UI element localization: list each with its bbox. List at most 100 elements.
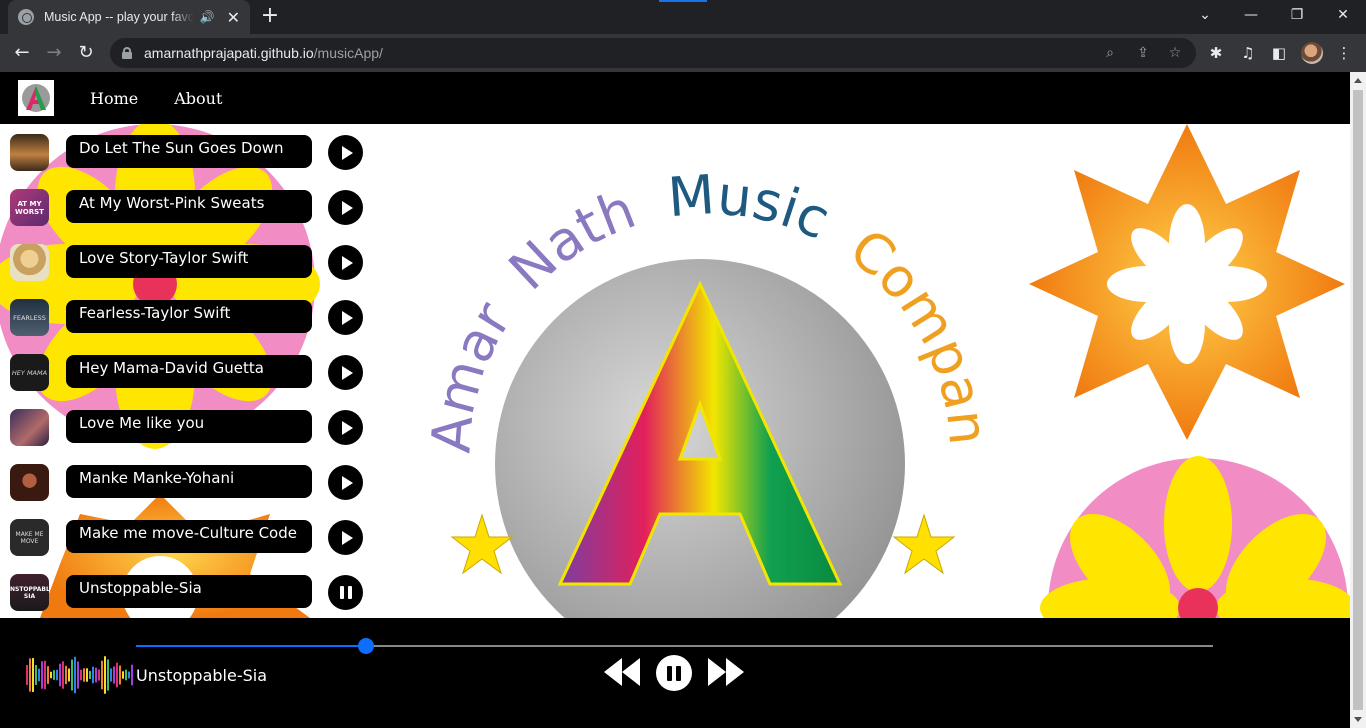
song-cover: HEY MAMA <box>10 354 49 391</box>
scroll-thumb[interactable] <box>1353 90 1363 710</box>
browser-toolbar: ← → ↻ amarnathprajapati.github.io/musicA… <box>0 34 1366 72</box>
new-tab-button[interactable]: + <box>258 5 282 29</box>
song-title[interactable]: Love Story-Taylor Swift <box>66 245 312 278</box>
song-item[interactable]: HEY MAMA Hey Mama-David Guetta <box>10 352 370 392</box>
equalizer-bar <box>119 665 121 685</box>
close-window-button[interactable]: ✕ <box>1320 0 1366 30</box>
nav-home-link[interactable]: Home <box>90 89 138 108</box>
song-title[interactable]: At My Worst-Pink Sweats <box>66 190 312 223</box>
play-button[interactable] <box>328 355 363 390</box>
forward-arrow-icon[interactable]: → <box>42 41 66 65</box>
reload-icon[interactable]: ↻ <box>74 41 98 65</box>
song-item[interactable]: MAKE ME MOVE Make me move-Culture Code <box>10 517 370 557</box>
song-title[interactable]: Love Me like you <box>66 410 312 443</box>
left-flower-art <box>0 124 320 449</box>
zoom-icon[interactable]: ⌕ <box>1100 43 1120 63</box>
close-tab-icon[interactable]: ✕ <box>227 8 240 27</box>
back-arrow-icon[interactable]: ← <box>10 41 34 65</box>
speaker-icon[interactable]: 🔊 <box>200 10 215 24</box>
profile-avatar[interactable] <box>1301 42 1323 64</box>
song-item[interactable]: UNSTOPPABLE SIA Unstoppable-Sia <box>10 572 370 612</box>
equalizer-bar <box>131 664 133 686</box>
brand-logo-icon <box>22 84 50 112</box>
media-control-icon[interactable]: ♫ <box>1237 42 1259 64</box>
equalizer-bar <box>92 666 94 684</box>
song-title[interactable]: Make me move-Culture Code <box>66 520 312 553</box>
song-item[interactable]: Do Let The Sun Goes Down <box>10 132 370 172</box>
side-panel-icon[interactable]: ◧ <box>1268 42 1290 64</box>
minimize-button[interactable]: — <box>1228 0 1274 30</box>
tab-title: Music App -- play your favourite music <box>43 10 194 24</box>
brand-logo[interactable] <box>18 80 54 116</box>
play-button[interactable] <box>328 135 363 170</box>
equalizer-bar <box>44 660 46 690</box>
equalizer-bar <box>77 661 79 689</box>
play-button[interactable] <box>328 245 363 280</box>
song-cover: UNSTOPPABLE SIA <box>10 574 49 611</box>
song-cover <box>10 134 49 171</box>
right-star-icon <box>892 513 956 575</box>
play-button[interactable] <box>328 300 363 335</box>
pause-icon <box>339 586 352 599</box>
bookmark-star-icon[interactable]: ☆ <box>1165 43 1185 63</box>
next-track-icon[interactable] <box>708 658 744 686</box>
nav-about-link[interactable]: About <box>174 89 222 108</box>
url-text: amarnathprajapati.github.io/musicApp/ <box>144 45 383 61</box>
lock-icon[interactable] <box>122 47 132 59</box>
restore-button[interactable]: ❐ <box>1274 0 1320 30</box>
logo-word-3: Music <box>666 163 839 252</box>
song-title[interactable]: Unstoppable-Sia <box>66 575 312 608</box>
equalizer-bar <box>83 668 85 682</box>
equalizer-bar <box>38 668 40 682</box>
scroll-down-arrow-icon[interactable] <box>1354 717 1362 722</box>
tab-search-icon[interactable]: ⌄ <box>1182 0 1228 30</box>
song-item[interactable]: Love Story-Taylor Swift <box>10 242 370 282</box>
equalizer-bar <box>53 670 55 680</box>
song-title[interactable]: Fearless-Taylor Swift <box>66 300 312 333</box>
play-button[interactable] <box>328 520 363 555</box>
song-item[interactable]: Love Me like you <box>10 407 370 447</box>
equalizer-bar <box>122 671 124 679</box>
play-icon <box>341 530 353 545</box>
equalizer-bar <box>110 668 112 682</box>
browser-tab[interactable]: Music App -- play your favourite music 🔊… <box>8 0 250 34</box>
share-icon[interactable]: ⇪ <box>1133 43 1153 63</box>
song-item[interactable]: FEARLESS Fearless-Taylor Swift <box>10 297 370 337</box>
play-icon <box>341 475 353 490</box>
previous-track-icon[interactable] <box>604 658 640 686</box>
scroll-up-arrow-icon[interactable] <box>1354 78 1362 83</box>
play-icon <box>341 420 353 435</box>
equalizer-bar <box>68 668 70 682</box>
song-item[interactable]: AT MY WORST At My Worst-Pink Sweats <box>10 187 370 227</box>
tab-drag-indicator <box>659 0 707 2</box>
play-button[interactable] <box>328 410 363 445</box>
progress-bar[interactable] <box>136 638 1213 654</box>
equalizer-bar <box>41 661 43 689</box>
menu-kebab-icon[interactable]: ⋮ <box>1333 42 1355 64</box>
page-scrollbar[interactable] <box>1350 72 1366 728</box>
equalizer-bar <box>26 665 28 685</box>
equalizer-bar <box>50 671 52 679</box>
equalizer-bar <box>104 656 106 694</box>
song-title[interactable]: Hey Mama-David Guetta <box>66 355 312 388</box>
equalizer-bar <box>89 670 91 680</box>
equalizer-bar <box>32 658 34 692</box>
song-item[interactable]: Manke Manke-Yohani <box>10 462 370 502</box>
song-cover <box>10 409 49 446</box>
extensions-icon[interactable]: ✱ <box>1205 42 1227 64</box>
song-title[interactable]: Do Let The Sun Goes Down <box>66 135 312 168</box>
browser-tab-strip: Music App -- play your favourite music 🔊… <box>0 0 1366 34</box>
progress-handle[interactable] <box>358 638 375 654</box>
equalizer-bar <box>98 669 100 681</box>
play-button[interactable] <box>328 465 363 500</box>
play-pause-button[interactable] <box>656 655 692 691</box>
pause-button[interactable] <box>328 575 363 610</box>
play-button[interactable] <box>328 190 363 225</box>
equalizer-bar <box>80 669 82 681</box>
equalizer-bar <box>65 665 67 685</box>
equalizer-bar <box>116 662 118 688</box>
song-cover: AT MY WORST <box>10 189 49 226</box>
song-title[interactable]: Manke Manke-Yohani <box>66 465 312 498</box>
equalizer-bar <box>56 669 58 681</box>
address-bar[interactable]: amarnathprajapati.github.io/musicApp/ ⌕ … <box>110 38 1196 68</box>
